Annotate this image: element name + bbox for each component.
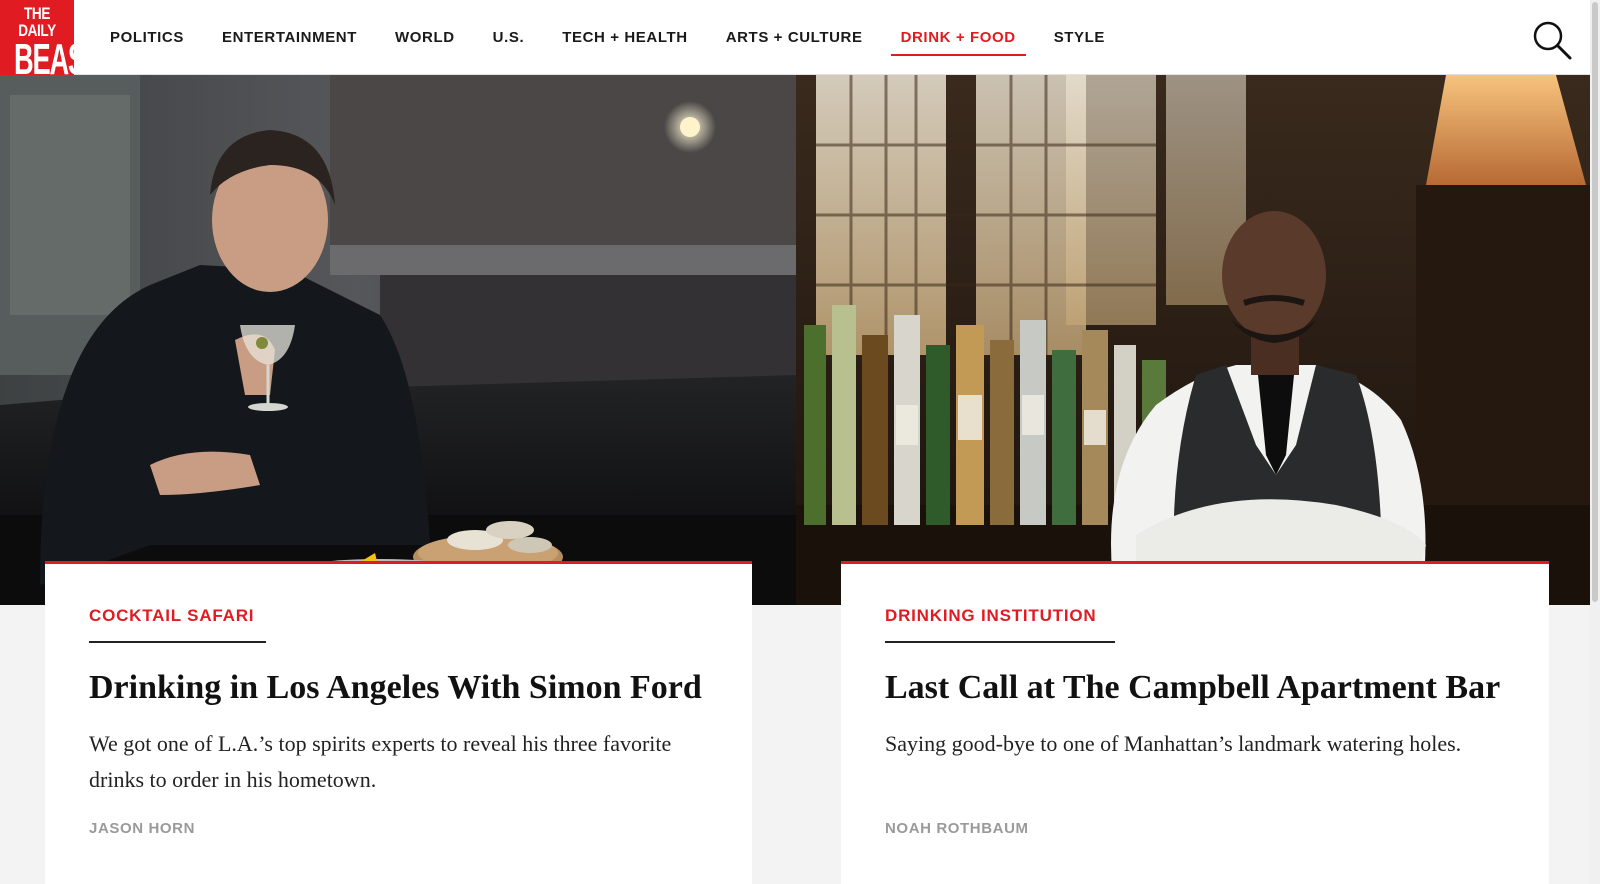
search-icon	[1533, 21, 1572, 60]
article-headline[interactable]: Last Call at The Campbell Apartment Bar	[885, 668, 1525, 708]
article-headline[interactable]: Drinking in Los Angeles With Simon Ford	[89, 668, 729, 708]
nav-item-entertainment[interactable]: ENTERTAINMENT	[212, 18, 367, 58]
kicker-divider	[885, 641, 1115, 643]
scrollbar-thumb[interactable]	[1592, 2, 1598, 602]
nav-item-style[interactable]: STYLE	[1044, 18, 1115, 58]
main-nav: POLITICS ENTERTAINMENT WORLD U.S. TECH +…	[100, 0, 1133, 75]
search-button[interactable]	[1530, 18, 1574, 62]
nav-item-arts-culture[interactable]: ARTS + CULTURE	[716, 18, 873, 58]
nav-item-politics[interactable]: POLITICS	[100, 18, 194, 58]
nav-item-world[interactable]: WORLD	[385, 18, 465, 58]
article-image-simon-ford[interactable]	[0, 75, 796, 605]
logo-line-2: BEAST	[14, 35, 74, 76]
site-header: THE DAILY BEAST POLITICS ENTERTAINMENT W…	[0, 0, 1600, 75]
article-image-campbell-apartment[interactable]	[796, 75, 1590, 605]
nav-item-us[interactable]: U.S.	[483, 18, 535, 58]
article-card[interactable]: COCKTAIL SAFARI Drinking in Los Angeles …	[45, 561, 752, 884]
nav-item-tech-health[interactable]: TECH + HEALTH	[552, 18, 697, 58]
nav-item-drink-food[interactable]: DRINK + FOOD	[890, 18, 1026, 58]
article-byline[interactable]: NOAH ROTHBAUM	[885, 820, 1029, 837]
article-kicker[interactable]: DRINKING INSTITUTION	[885, 606, 1097, 626]
article-byline[interactable]: JASON HORN	[89, 820, 195, 837]
article-dek: We got one of L.A.’s top spirits experts…	[89, 731, 672, 792]
article-kicker[interactable]: COCKTAIL SAFARI	[89, 606, 254, 626]
page-scrollbar[interactable]	[1590, 0, 1600, 884]
article-dek: Saying good-bye to one of Manhattan’s la…	[885, 731, 1462, 756]
logo-line-1: THE DAILY	[18, 4, 56, 40]
kicker-divider	[89, 641, 266, 643]
site-logo[interactable]: THE DAILY BEAST	[0, 0, 74, 75]
article-card[interactable]: DRINKING INSTITUTION Last Call at The Ca…	[841, 561, 1549, 884]
